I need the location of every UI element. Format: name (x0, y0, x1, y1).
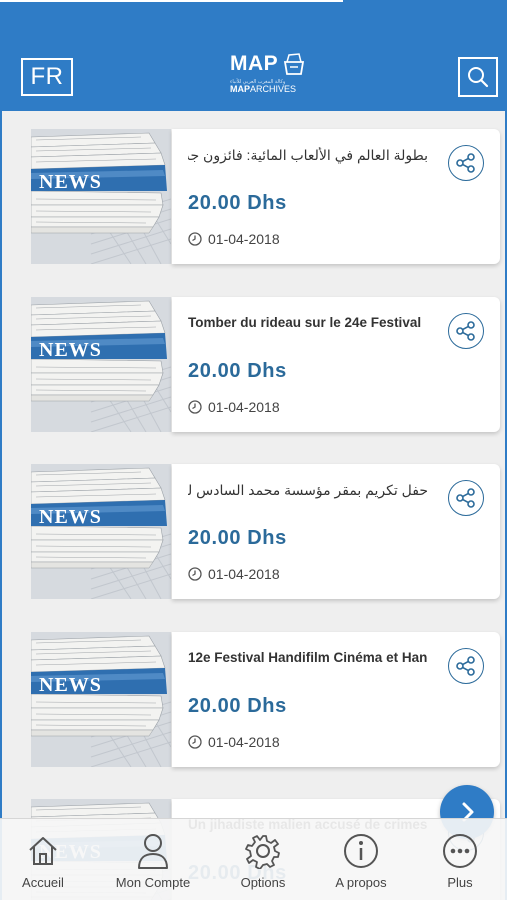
share-icon (456, 320, 475, 341)
tab-mon-compte-label: Mon Compte (115, 875, 191, 890)
bottom-tab-bar: Accueil Mon Compte Options A propos Plus (0, 818, 507, 900)
article-price: 20.00 Dhs (188, 527, 287, 549)
article-panel: Tomber du rideau sur le 24e Festival 20.0… (172, 296, 500, 432)
share-button[interactable] (448, 145, 484, 181)
article-date-text: 01-04-2018 (208, 733, 280, 750)
article-panel: 12e Festival Handifilm Cinéma et Handica… (172, 631, 500, 767)
article-price: 20.00 Dhs (188, 694, 287, 717)
language-button[interactable]: FR (21, 58, 73, 96)
map-archives-logo: MAP وكالة المغرب العربي للأنباء MAPARCHI… (226, 46, 310, 96)
article-title[interactable]: 12e Festival Handifilm Cinéma et Handica… (188, 650, 428, 670)
article-thumbnail[interactable]: NEWS (31, 631, 171, 767)
share-icon (456, 153, 475, 173)
share-button[interactable] (448, 312, 484, 349)
search-button[interactable] (458, 57, 498, 97)
article-thumbnail[interactable]: NEWS (31, 464, 171, 599)
archive-box-icon (283, 53, 305, 75)
share-button[interactable] (448, 647, 484, 684)
article-list[interactable]: NEWS بطولة العالم في الألعاب المائية: فائ… (0, 111, 507, 900)
tab-plus[interactable]: Plus (436, 819, 484, 900)
newspaper-thumbnail: NEWS (31, 129, 171, 264)
article-date: 01-04-2018 (188, 231, 280, 247)
svg-text:NEWS: NEWS (39, 674, 102, 696)
share-button[interactable] (448, 480, 484, 516)
share-icon (456, 655, 475, 676)
clock-icon (188, 734, 202, 749)
share-icon (456, 488, 475, 508)
tab-options-label: Options (240, 875, 286, 890)
article-panel: حفل تكريم بمقر مؤسسة محمد السادس للعلماء… (172, 464, 500, 599)
article-title[interactable]: حفل تكريم بمقر مؤسسة محمد السادس للعلماء… (188, 482, 428, 502)
svg-text:NEWS: NEWS (39, 506, 102, 528)
article-date-text: 01-04-2018 (208, 566, 280, 582)
article-panel: بطولة العالم في الألعاب المائية: فائزون … (172, 129, 500, 264)
svg-text:NEWS: NEWS (39, 339, 102, 361)
tab-mon-compte[interactable]: Mon Compte (106, 819, 200, 900)
left-edge (0, 111, 2, 900)
clock-icon (188, 567, 202, 581)
article-card[interactable]: NEWS بطولة العالم في الألعاب المائية: فائ… (31, 129, 500, 264)
info-icon (344, 834, 378, 868)
app-screen: FR MAP وكالة المغرب العربي للأنباء MAPAR… (0, 0, 507, 900)
header-bar: FR MAP وكالة المغرب العربي للأنباء MAPAR… (0, 0, 507, 111)
article-price: 20.00 Dhs (188, 192, 287, 214)
article-date: 01-04-2018 (188, 399, 280, 415)
tab-options[interactable]: Options (232, 819, 294, 900)
home-icon (29, 837, 57, 865)
tab-accueil-label: Accueil (22, 875, 64, 890)
logo-map-text: MAP (230, 52, 279, 75)
newspaper-thumbnail: NEWS (31, 464, 171, 599)
user-icon (138, 834, 168, 869)
search-icon (468, 67, 489, 88)
tab-accueil[interactable]: Accueil (10, 819, 76, 900)
clock-icon (188, 399, 202, 414)
tab-a-propos[interactable]: A propos (326, 819, 396, 900)
newspaper-thumbnail: NEWS (31, 296, 171, 432)
article-date: 01-04-2018 (188, 734, 280, 750)
article-thumbnail[interactable]: NEWS (31, 129, 171, 264)
gear-icon (245, 835, 280, 869)
article-date: 01-04-2018 (188, 566, 280, 582)
article-price: 20.00 Dhs (188, 359, 287, 382)
article-title[interactable]: بطولة العالم في الألعاب المائية: فائزون … (188, 147, 428, 167)
logo-archives-text: MAPARCHIVES (230, 84, 297, 94)
status-line (0, 0, 343, 2)
article-date-text: 01-04-2018 (208, 231, 280, 247)
more-icon (443, 834, 477, 868)
newspaper-thumbnail: NEWS (31, 631, 171, 767)
clock-icon (188, 232, 202, 246)
article-card[interactable]: NEWS حفل تكريم بمقر مؤسسة محمد السادس للع… (31, 464, 500, 599)
article-date-text: 01-04-2018 (208, 398, 280, 415)
svg-text:NEWS: NEWS (39, 171, 102, 193)
article-title[interactable]: Tomber du rideau sur le 24e Festival (188, 315, 428, 335)
article-card[interactable]: NEWS 12e Festival Handifilm Cinéma et Han… (31, 631, 500, 767)
article-thumbnail[interactable]: NEWS (31, 296, 171, 432)
tab-plus-label: Plus (447, 875, 473, 890)
tab-a-propos-label: A propos (335, 875, 387, 890)
article-card[interactable]: NEWS Tomber du rideau sur le 24e Festival… (31, 296, 500, 432)
